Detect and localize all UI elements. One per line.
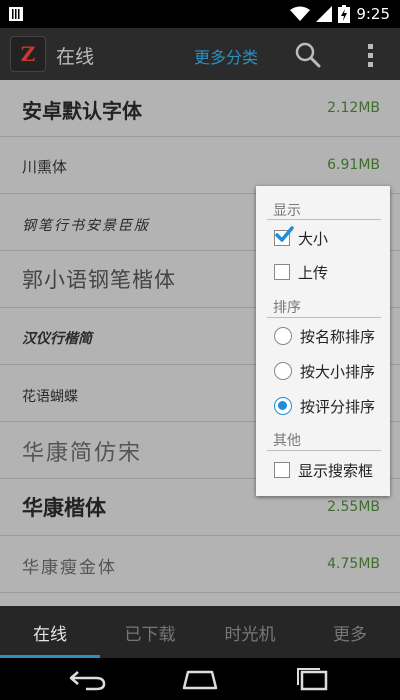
home-icon[interactable] [180,666,220,692]
app-icon-letter: Z [20,42,36,66]
other-section-header: 其他 [273,433,301,449]
upload-checkbox[interactable] [274,264,290,280]
font-name: 华康楷体 [22,496,106,520]
page-title: 在线 [56,46,95,68]
section-divider [267,219,381,220]
sort-by-size-label: 按大小排序 [300,362,376,381]
font-size-label: 2.12MB [327,100,380,116]
tab-online[interactable]: 在线 [0,606,100,658]
sort-by-rating-label: 按评分排序 [300,397,376,416]
size-option[interactable]: 大小 [274,226,328,250]
tab-label: 时光机 [224,624,276,645]
font-name: 钢笔行书安景臣版 [22,218,150,234]
recent-apps-icon[interactable] [292,666,332,692]
action-bar: Z 在线 更多分类 [0,28,400,80]
search-icon[interactable] [293,40,323,70]
section-divider [267,317,381,318]
sort-by-name-option[interactable]: 按名称排序 [274,324,375,348]
more-categories-button[interactable]: 更多分类 [194,44,258,68]
signal-icon [316,6,333,22]
status-bar: 9:25 [0,0,400,28]
notification-icon [9,7,23,21]
upload-option[interactable]: 上传 [274,260,328,284]
wifi-icon [290,6,311,21]
size-checkbox[interactable] [274,226,294,246]
show-search-label: 显示搜索框 [298,461,374,480]
app-icon[interactable]: Z [10,36,46,72]
check-icon [275,226,294,242]
font-name: 汉仪行楷简 [22,331,92,347]
tab-label: 更多 [333,624,367,645]
sort-by-size-option[interactable]: 按大小排序 [274,359,375,383]
show-search-checkbox[interactable] [274,462,290,478]
tab-more[interactable]: 更多 [300,606,400,658]
sort-section-header: 排序 [273,300,301,316]
back-icon[interactable] [68,666,108,692]
tab-label: 在线 [33,624,67,645]
display-section-header: 显示 [273,203,301,219]
tab-time-machine[interactable]: 时光机 [200,606,300,658]
show-search-option[interactable]: 显示搜索框 [274,458,373,482]
font-size-label: 6.91MB [327,157,380,173]
font-size-label: 4.75MB [327,556,380,572]
battery-icon [338,5,351,23]
sort-by-rating-radio[interactable] [274,397,292,415]
tab-downloaded[interactable]: 已下载 [100,606,200,658]
font-name: 郭小语钢笔楷体 [22,268,176,292]
options-popup-menu: 显示 大小 上传 排序 按名称排序 按大小排序 按评分排序 其他 显示搜索框 [256,186,390,496]
font-name: 华康简仿宋 [22,441,143,466]
overflow-menu-icon[interactable] [358,40,382,70]
font-name: 华康瘦金体 [22,558,117,578]
bottom-tab-bar: 在线 已下载 时光机 更多 [0,606,400,658]
size-option-label: 大小 [298,229,329,248]
sort-by-rating-option[interactable]: 按评分排序 [274,394,375,418]
upload-option-label: 上传 [298,263,329,282]
system-nav-bar [0,658,400,700]
font-list-item[interactable]: 安卓默认字体 2.12MB [0,80,400,137]
clock: 9:25 [356,5,390,23]
font-list-item[interactable]: 华康瘦金体 4.75MB [0,536,400,593]
sort-by-name-radio[interactable] [274,327,292,345]
font-name: 川熏体 [22,158,68,176]
sort-by-size-radio[interactable] [274,362,292,380]
tab-label: 已下载 [124,624,176,645]
section-divider [267,450,381,451]
font-name: 安卓默认字体 [22,99,142,123]
sort-by-name-label: 按名称排序 [300,327,376,346]
font-size-label: 2.55MB [327,499,380,515]
font-name: 花语蝴蝶 [22,389,78,405]
